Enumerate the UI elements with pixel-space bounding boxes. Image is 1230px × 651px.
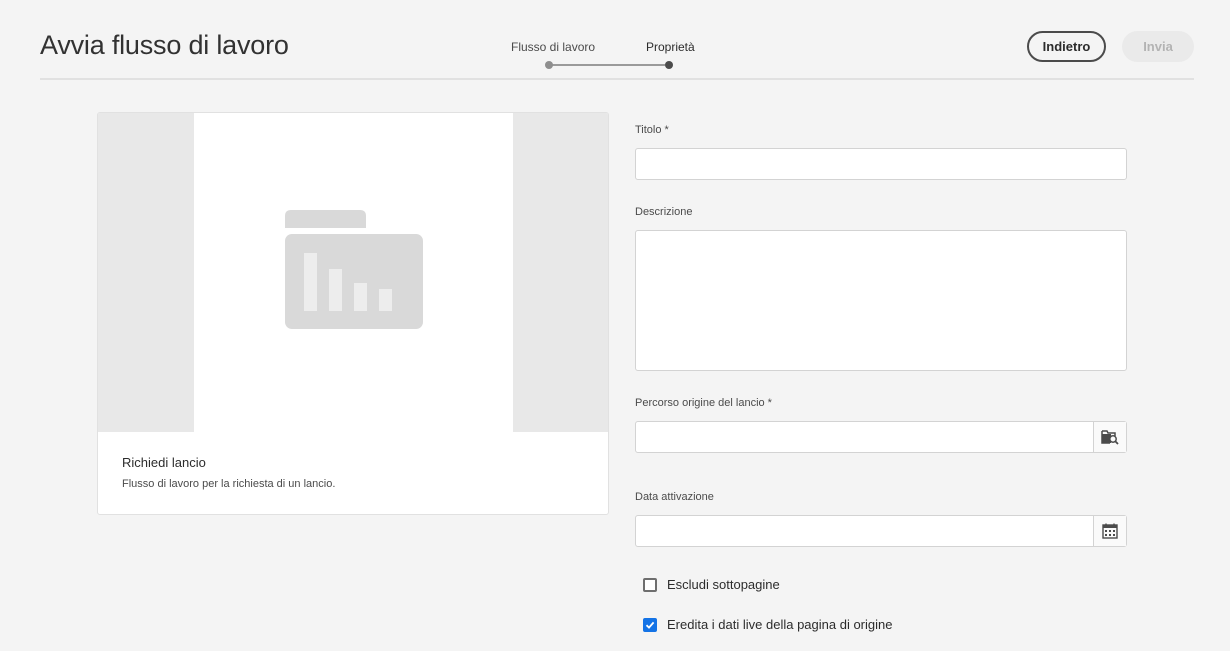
exclude-subpages-checkbox[interactable] bbox=[643, 577, 657, 592]
wizard-stepper: Flusso di lavoro Proprietà bbox=[500, 40, 710, 72]
exclude-subpages-row[interactable]: Escludi sottopagine bbox=[643, 577, 780, 592]
source-path-field[interactable] bbox=[635, 421, 1127, 453]
step-dot-workflow bbox=[545, 61, 553, 69]
inherit-live-data-row[interactable]: Eredita i dati live della pagina di orig… bbox=[643, 617, 892, 632]
folder-chart-icon bbox=[285, 210, 423, 329]
description-label: Descrizione bbox=[635, 206, 693, 218]
back-button[interactable]: Indietro bbox=[1027, 31, 1106, 62]
workflow-card: Richiedi lancio Flusso di lavoro per la … bbox=[97, 112, 609, 515]
card-description: Flusso di lavoro per la richiesta di un … bbox=[122, 478, 336, 490]
step-label-properties: Proprietà bbox=[646, 40, 695, 54]
title-label: Titolo * bbox=[635, 124, 669, 136]
header-divider bbox=[40, 78, 1194, 80]
card-title: Richiedi lancio bbox=[122, 455, 206, 470]
calendar-button[interactable] bbox=[1093, 516, 1126, 546]
step-connector bbox=[552, 64, 665, 66]
inherit-live-data-label: Eredita i dati live della pagina di orig… bbox=[667, 617, 893, 632]
checkmark-icon bbox=[645, 621, 655, 629]
exclude-subpages-label: Escludi sottopagine bbox=[667, 577, 780, 592]
title-input[interactable] bbox=[635, 148, 1127, 180]
inherit-live-data-checkbox[interactable] bbox=[643, 617, 657, 632]
step-dot-properties bbox=[665, 61, 673, 69]
activation-date-label: Data attivazione bbox=[635, 491, 714, 503]
source-path-label: Percorso origine del lancio * bbox=[635, 397, 772, 409]
description-textarea[interactable] bbox=[635, 230, 1127, 371]
page-title: Avvia flusso di lavoro bbox=[40, 30, 289, 60]
card-thumbnail bbox=[98, 113, 608, 432]
submit-button[interactable]: Invia bbox=[1122, 31, 1194, 62]
folder-search-icon bbox=[1101, 430, 1119, 445]
activation-date-field[interactable] bbox=[635, 515, 1127, 547]
folder-search-button[interactable] bbox=[1093, 422, 1126, 452]
calendar-icon bbox=[1102, 523, 1118, 539]
step-label-workflow: Flusso di lavoro bbox=[511, 40, 596, 54]
